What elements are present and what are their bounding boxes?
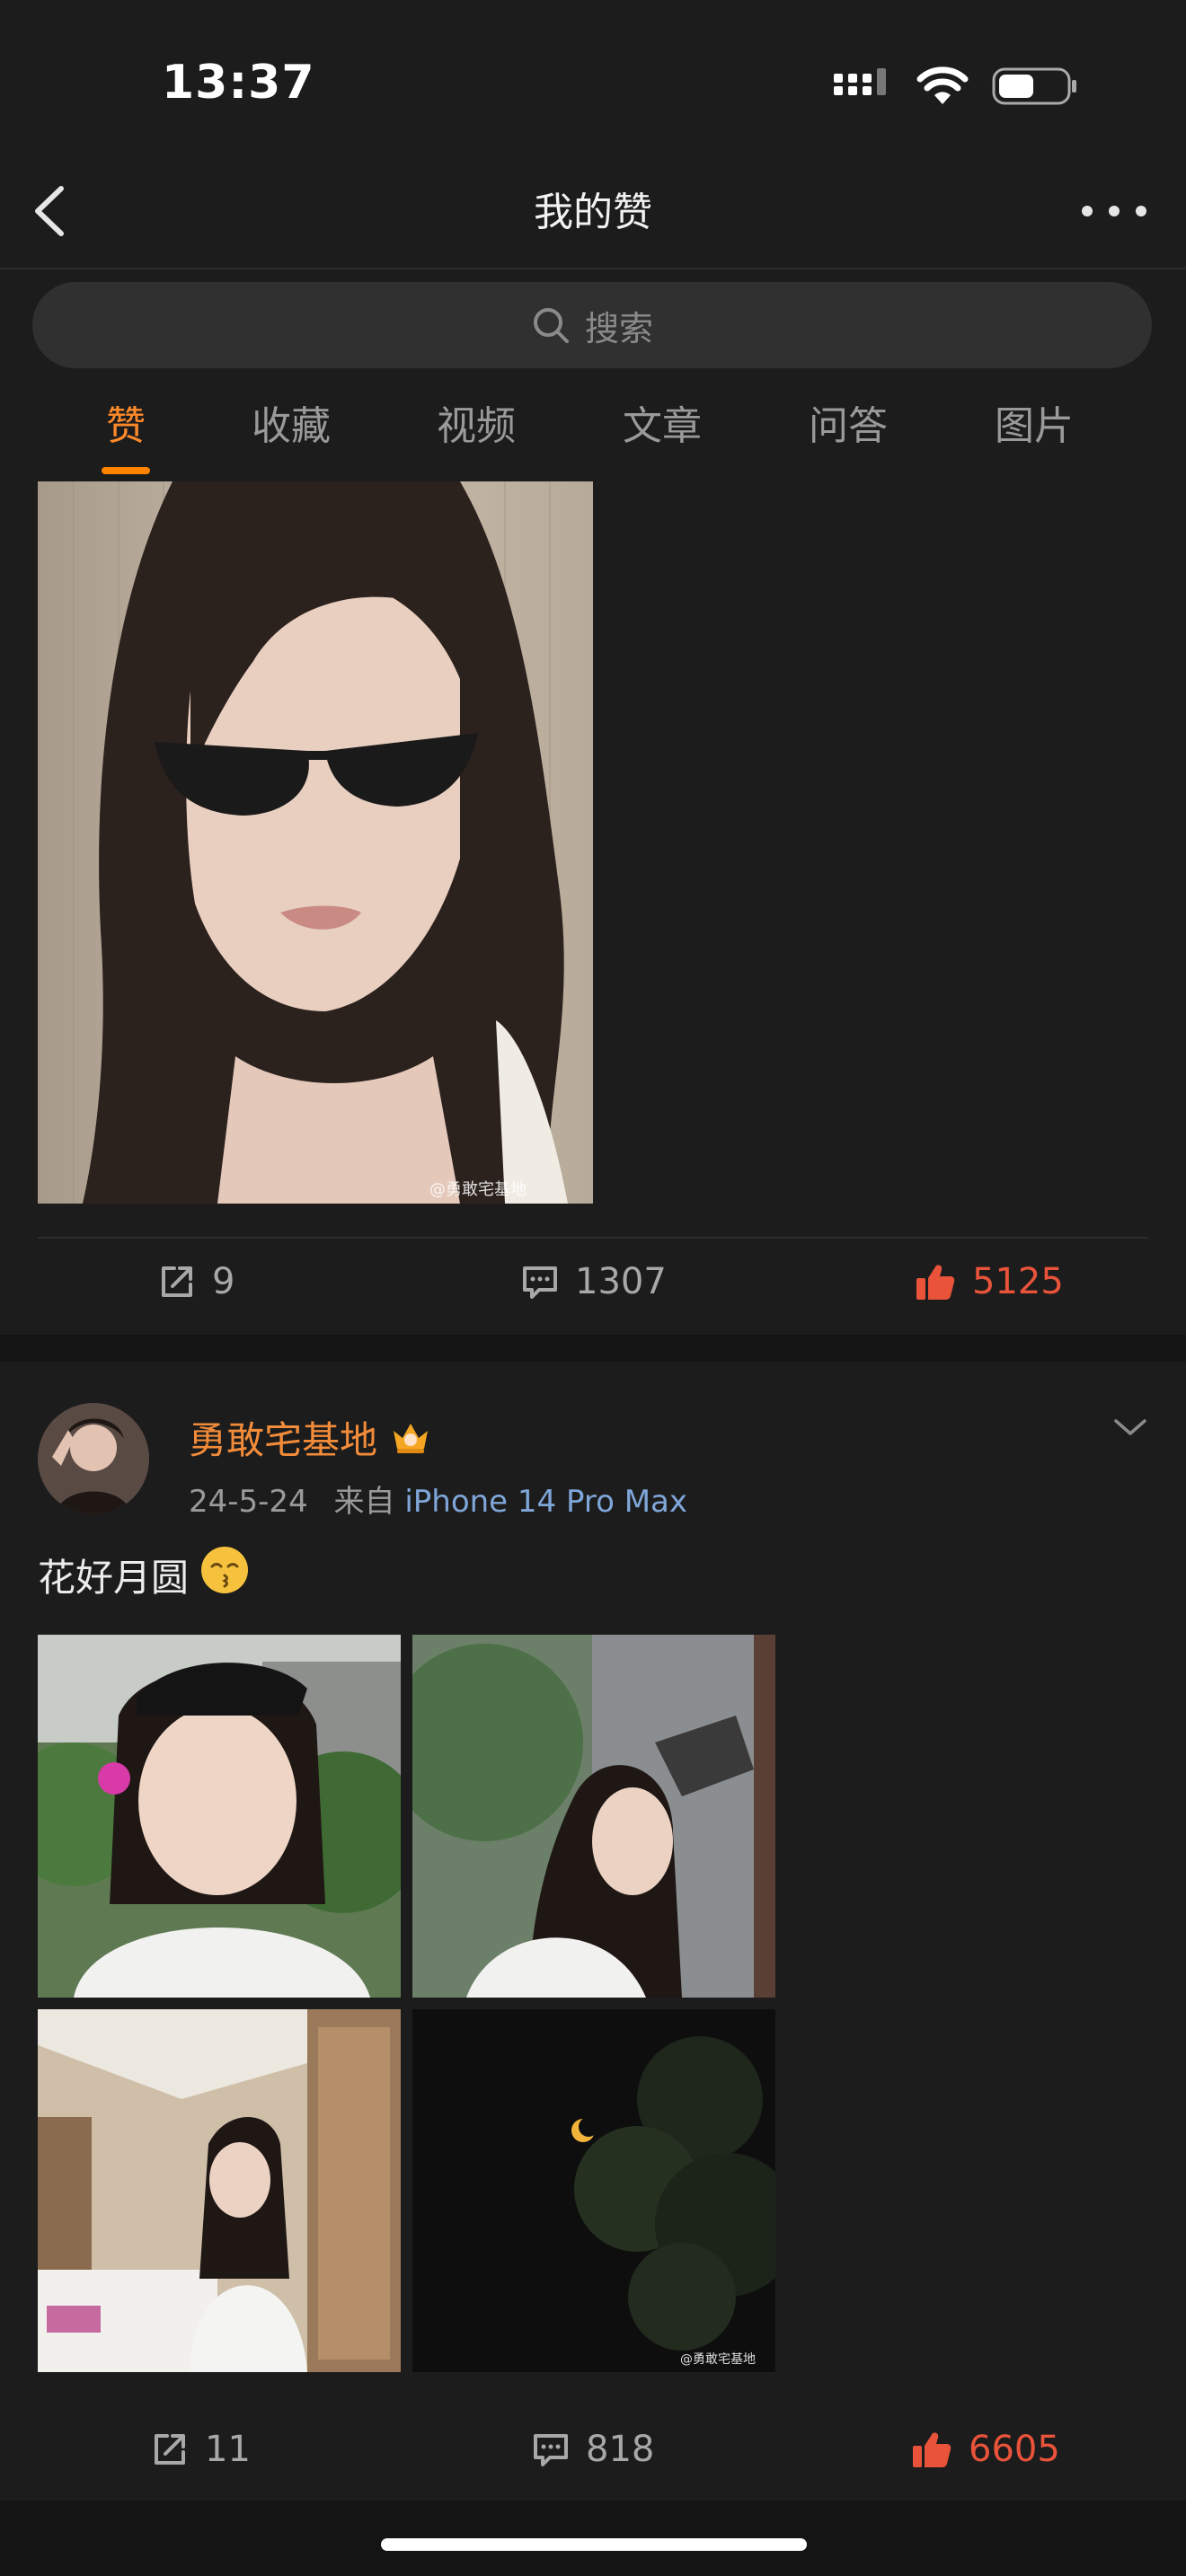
post-author[interactable]: 勇敢宅基地: [189, 1410, 431, 1465]
post-menu-button[interactable]: [1112, 1414, 1148, 1441]
like-icon: [913, 2432, 951, 2467]
chevron-down-icon: [1114, 1419, 1146, 1435]
repost-button[interactable]: 11: [151, 2429, 251, 2470]
username: 勇敢宅基地: [189, 1418, 378, 1462]
comment-count: 818: [586, 2429, 655, 2470]
photo-night-moon: @勇敢宅基地: [412, 2009, 775, 2372]
post-text: 花好月圆: [38, 1545, 250, 1604]
post-meta: 24-5-24 来自 iPhone 14 Pro Max: [189, 1477, 687, 1521]
active-tab-indicator: [102, 467, 150, 474]
post-divider: [38, 1237, 1148, 1239]
post-body: 花好月圆: [38, 1555, 190, 1600]
kissing-emoji-icon: [199, 1545, 250, 1604]
comment-count: 1307: [575, 1261, 667, 1302]
like-button[interactable]: 6605: [911, 2429, 1060, 2470]
tab-bar: 赞 收藏 视频 文章 问答 图片: [0, 393, 1186, 474]
comment-icon: [523, 1266, 557, 1299]
page-title: 我的赞: [534, 190, 652, 235]
crown-badge-icon: [394, 1423, 429, 1453]
post-separator: [0, 1335, 1186, 1362]
avatar[interactable]: [38, 1403, 149, 1514]
status-icons: [834, 65, 1078, 108]
search-placeholder: 搜索: [584, 308, 653, 348]
comment-button[interactable]: 1307: [521, 1261, 667, 1302]
signal-icon: [834, 68, 886, 95]
battery-icon: [992, 67, 1076, 105]
like-count: 6605: [969, 2429, 1060, 2470]
repost-count: 11: [205, 2429, 251, 2470]
photo-profile-window: [412, 1635, 775, 1998]
tab-videos[interactable]: 视频: [437, 393, 516, 451]
post-source[interactable]: iPhone 14 Pro Max: [404, 1484, 687, 1520]
search-input[interactable]: 搜索: [32, 282, 1152, 368]
post-source-prefix: 来自: [333, 1484, 395, 1520]
photo-selfie-sunglasses: @勇敢宅基地: [38, 481, 593, 1204]
photo-watermark: @勇敢宅基地: [680, 2351, 756, 2367]
repost-icon: [162, 1266, 192, 1297]
photo-bedroom: [38, 2009, 401, 2372]
like-icon: [916, 1265, 955, 1300]
repost-count: 9: [212, 1261, 235, 1302]
search-icon: [533, 308, 569, 343]
grid-photo-2[interactable]: [412, 1635, 775, 1998]
post-photo[interactable]: @勇敢宅基地: [38, 481, 593, 1204]
repost-icon: [155, 2434, 185, 2465]
nav-divider: [0, 268, 1186, 269]
repost-button[interactable]: 9: [158, 1261, 235, 1302]
tab-images[interactable]: 图片: [995, 393, 1074, 451]
post-date: 24-5-24: [189, 1484, 308, 1520]
grid-photo-3[interactable]: [38, 2009, 401, 2372]
wifi-icon: [916, 66, 969, 104]
grid-photo-4[interactable]: @勇敢宅基地: [412, 2009, 775, 2372]
home-indicator: [381, 2538, 807, 2551]
photo-watermark: @勇敢宅基地: [429, 1180, 527, 1199]
tab-favorites[interactable]: 收藏: [252, 393, 331, 451]
tab-likes[interactable]: 赞: [106, 393, 146, 451]
grid-photo-1[interactable]: [38, 1635, 401, 1998]
photo-flower-selfie: [38, 1635, 401, 1998]
avatar-image: [38, 1403, 149, 1514]
more-button[interactable]: [1078, 199, 1150, 223]
more-icon: [1082, 206, 1146, 216]
like-button[interactable]: 5125: [915, 1261, 1064, 1302]
status-time: 13:37: [162, 56, 315, 110]
tab-articles[interactable]: 文章: [623, 393, 702, 451]
comment-button[interactable]: 818: [532, 2429, 654, 2470]
tab-qa[interactable]: 问答: [809, 393, 888, 451]
like-count: 5125: [972, 1261, 1064, 1302]
comment-icon: [534, 2434, 568, 2466]
